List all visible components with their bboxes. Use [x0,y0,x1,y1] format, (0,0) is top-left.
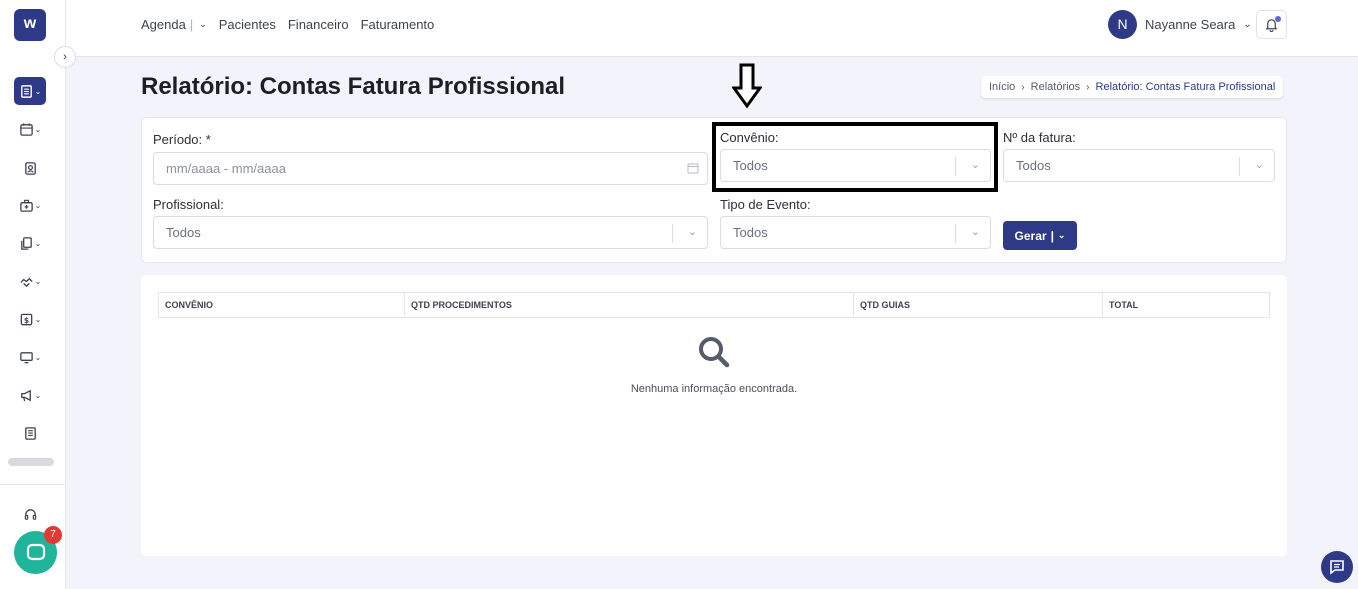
chevron-down-icon: ⌄ [970,159,980,171]
column-header-total[interactable]: TOTAL [1103,293,1269,317]
table-header: CONVÊNIO QTD PROCEDIMENTOS QTD GUIAS TOT… [158,292,1270,318]
chevron-down-icon: ⌄ [687,226,697,238]
monitor-icon [19,351,33,363]
svg-text:$: $ [24,315,29,324]
top-bar: Agenda | ⌄ Pacientes Financeiro Faturame… [66,0,1358,57]
document-list-icon [20,84,32,98]
fatura-select[interactable]: Todos ⌄ [1003,149,1275,182]
chat-icon [26,543,45,560]
notifications-button[interactable] [1256,10,1287,39]
chat-unread-badge: 7 [44,526,62,544]
evento-label: Tipo de Evento: [720,197,811,212]
convenio-label: Convênio: [720,130,779,145]
sidebar-item-calendar[interactable]: ⌄ [14,115,46,143]
medical-bag-icon [19,199,33,212]
convenio-select[interactable]: Todos ⌄ [720,149,991,182]
select-divider [955,157,956,176]
sidebar-item-finance[interactable]: $ ⌄ [14,305,46,333]
calendar-icon [19,122,33,136]
sidebar-scrollbar[interactable] [8,458,54,466]
user-card-icon [24,161,36,175]
message-icon [1330,560,1344,575]
notification-dot [1275,16,1281,22]
sidebar-item-documents[interactable]: ⌄ [14,229,46,257]
breadcrumb-reports[interactable]: Relatórios [1031,81,1081,93]
help-chat-button[interactable] [1321,551,1353,583]
files-icon [20,236,32,250]
sidebar-item-marketing[interactable]: ⌄ [14,381,46,409]
sidebar-item-reports[interactable]: ⌄ [14,77,46,105]
convenio-value: Todos [733,158,768,173]
column-header-qtd-guias[interactable]: QTD GUIAS [854,293,1103,317]
breadcrumb-home[interactable]: Início [989,81,1015,93]
nav-faturamento[interactable]: Faturamento [361,17,435,32]
gerar-label: Gerar [1014,228,1047,243]
page-title: Relatório: Contas Fatura Profissional [141,73,566,100]
headset-icon [24,508,36,520]
profissional-select[interactable]: Todos ⌄ [153,216,708,249]
nav-separator: | [189,17,194,32]
chevron-down-icon: ⌄ [34,124,42,134]
select-divider [955,224,956,243]
sidebar-item-handshake[interactable]: ⌄ [14,267,46,295]
handshake-icon [20,277,33,287]
profissional-value: Todos [166,225,201,240]
periodo-label: Período: * [153,132,211,147]
sidebar: w ⌄ ⌄ ⌄ ⌄ ⌄ $ ⌄ ⌄ ⌄ 7 [0,0,66,589]
evento-select[interactable]: Todos ⌄ [720,216,991,249]
chevron-down-icon: ⌄ [970,226,980,238]
nav-financeiro[interactable]: Financeiro [288,17,349,32]
chevron-down-icon: ⌄ [34,352,42,362]
breadcrumb-current: Relatório: Contas Fatura Profissional [1095,81,1276,93]
chevron-down-icon: ⌄ [34,276,42,286]
column-header-qtd-procedimentos[interactable]: QTD PROCEDIMENTOS [405,293,854,317]
fatura-value: Todos [1016,158,1051,173]
results-panel: CONVÊNIO QTD PROCEDIMENTOS QTD GUIAS TOT… [141,275,1287,556]
sidebar-divider [0,484,65,485]
app-logo[interactable]: w [14,9,46,41]
chevron-right-icon: › [63,51,67,63]
dollar-icon: $ [20,313,32,325]
column-header-convenio[interactable]: CONVÊNIO [159,293,405,317]
profissional-label: Profissional: [153,197,224,212]
periodo-placeholder: mm/aaaa - mm/aaaa [166,161,286,176]
calendar-icon [687,163,699,174]
chevron-down-icon: ⌄ [34,238,42,248]
chevron-down-icon: ⌄ [34,200,42,210]
empty-state-message: Nenhuma informação encontrada. [630,383,798,395]
sidebar-item-support[interactable] [14,500,46,528]
chevron-down-icon: ⌄ [34,314,42,324]
chevron-down-icon: ⌄ [1243,19,1252,30]
periodo-input[interactable]: mm/aaaa - mm/aaaa [153,152,708,185]
chevron-down-icon: ⌄ [34,86,42,96]
chevron-right-icon: › [1086,81,1090,93]
select-divider [1239,157,1240,176]
evento-value: Todos [733,225,768,240]
button-separator: | [1050,228,1054,243]
annotation-down-arrow-icon [732,63,762,109]
newspaper-icon [24,426,36,440]
fatura-label: Nº da fatura: [1003,130,1076,145]
select-divider [672,224,673,243]
megaphone-icon [20,389,31,401]
chevron-down-icon: ⌄ [1254,159,1264,171]
nav-pacientes[interactable]: Pacientes [219,17,276,32]
chevron-down-icon: ⌄ [1057,230,1066,240]
top-navigation: Agenda | ⌄ Pacientes Financeiro Faturame… [141,17,434,32]
chevron-right-icon: › [1021,81,1025,93]
user-name: Nayanne Seara [1145,17,1236,32]
user-menu[interactable]: N Nayanne Seara ⌄ [1108,10,1252,39]
sidebar-item-patients[interactable] [14,154,46,182]
sidebar-toggle-button[interactable]: › [54,46,76,68]
chevron-down-icon[interactable]: ⌄ [199,17,207,32]
chevron-down-icon: ⌄ [34,390,42,400]
sidebar-item-monitor[interactable]: ⌄ [14,343,46,371]
sidebar-item-news[interactable] [14,419,46,447]
gerar-button[interactable]: Gerar | ⌄ [1003,221,1077,250]
sidebar-item-clinic[interactable]: ⌄ [14,191,46,219]
search-icon [699,337,730,368]
breadcrumb: Início › Relatórios › Relatório: Contas … [981,76,1284,98]
avatar: N [1108,10,1137,39]
nav-agenda[interactable]: Agenda [141,17,186,32]
